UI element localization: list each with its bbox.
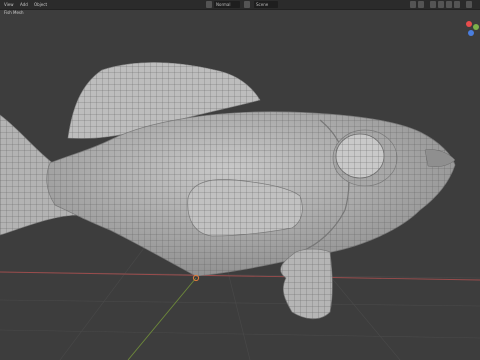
3d-viewport[interactable] <box>0 0 480 360</box>
gizmo-x-icon[interactable] <box>466 21 472 27</box>
menu-object[interactable]: Object <box>34 0 47 9</box>
wire-shading-icon[interactable] <box>430 1 436 8</box>
snap-icon[interactable] <box>244 1 250 8</box>
solid-shading-icon[interactable] <box>438 1 444 8</box>
menu-view[interactable]: View <box>4 0 14 9</box>
menu-add[interactable]: Add <box>20 0 28 9</box>
blender-window: View Add Object Normal Scene Fish Mesh <box>0 0 480 360</box>
render-shading-icon[interactable] <box>454 1 460 8</box>
mode-label: Normal <box>216 2 231 7</box>
x-axis-line <box>0 271 480 281</box>
material-shading-icon[interactable] <box>446 1 452 8</box>
viewport-options-icon[interactable] <box>466 1 472 8</box>
viewport-header: View Add Object Normal Scene <box>0 0 480 10</box>
scene-dropdown-label: Scene <box>256 2 269 7</box>
viewport-info: Fish Mesh <box>4 10 24 15</box>
y-axis-line <box>127 277 197 360</box>
gizmo-z-icon[interactable] <box>468 30 474 36</box>
xray-icon[interactable] <box>418 1 424 8</box>
overlay-icon[interactable] <box>410 1 416 8</box>
mode-selector[interactable]: Normal <box>214 1 240 8</box>
viewport-subtitle: Fish Mesh <box>4 10 24 15</box>
gizmo-y-icon[interactable] <box>473 24 479 30</box>
scene-dropdown[interactable]: Scene <box>254 1 278 8</box>
shading-icon[interactable] <box>206 1 212 8</box>
